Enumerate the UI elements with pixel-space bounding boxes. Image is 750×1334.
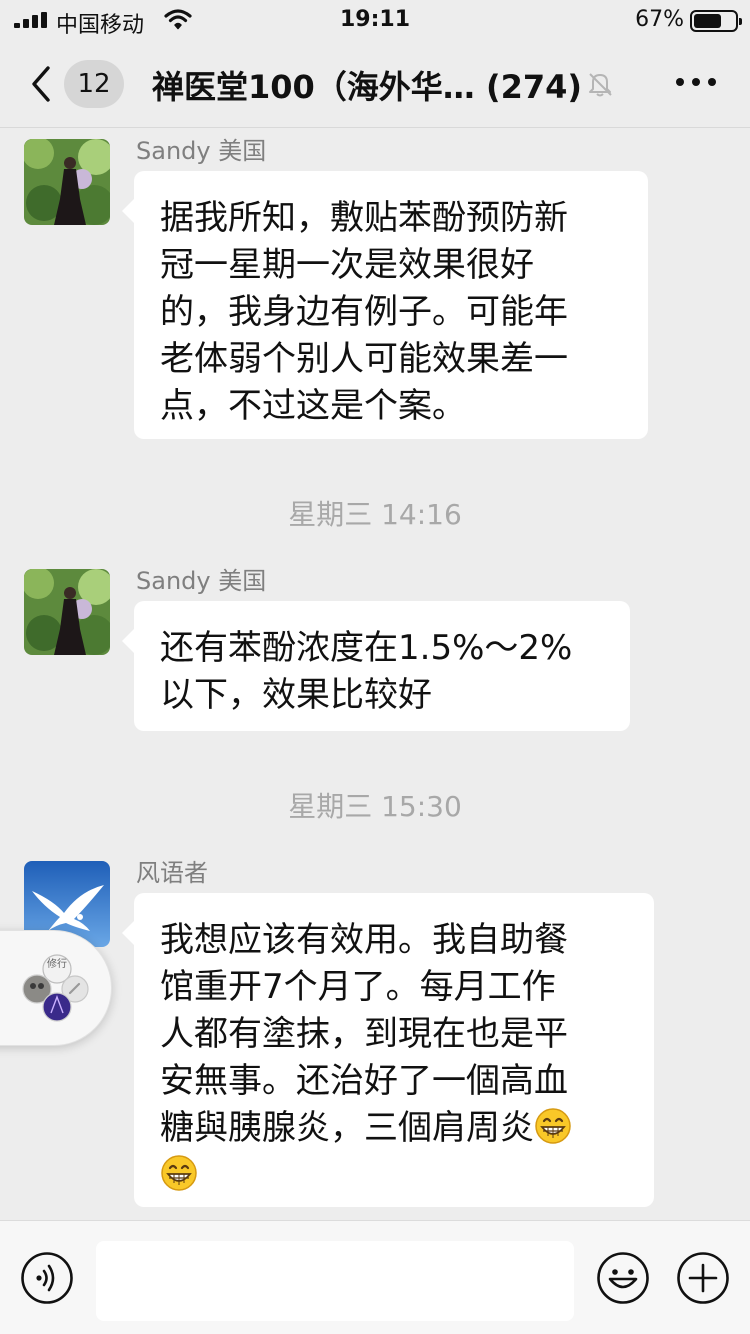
muted-bell-icon (589, 73, 612, 97)
floating-widget-icons: 修行 (22, 954, 89, 1022)
message-bubble[interactable]: 我想应该有效用。我自助餐 馆重开7个月了。每月工作 人都有塗抹，到現在也是平 安… (122, 893, 654, 1207)
sender-name: 风语者 (136, 859, 208, 887)
message-line: 据我所知，敷贴苯酚预防新 (160, 198, 568, 238)
more-options-icon[interactable] (676, 76, 716, 88)
battery-icon (690, 10, 742, 32)
back-arrow-icon[interactable] (26, 62, 56, 106)
message-input-bar (0, 1220, 750, 1334)
message-line: 还有苯酚浓度在1.5%～2% (160, 628, 573, 668)
message-line: 的，我身边有例子。可能年 (160, 292, 568, 332)
chat-title: 禅医堂100（海外华… (274) (152, 68, 582, 106)
plus-more-icon[interactable] (676, 1251, 730, 1305)
message-line: 老体弱个别人可能效果差一 (160, 339, 568, 379)
voice-input-icon[interactable] (20, 1251, 74, 1305)
battery-percent: 67% (635, 7, 684, 32)
grinning-face-emoji-icon (161, 1155, 197, 1191)
message-input[interactable] (96, 1241, 574, 1321)
sender-name: Sandy 美国 (136, 137, 267, 165)
status-bar: 中国移动 19:11 67% (0, 0, 750, 40)
emoji-picker-icon[interactable] (596, 1251, 650, 1305)
avatar[interactable] (24, 139, 110, 225)
chat-message-list[interactable]: Sandy 美国 据我所知，敷贴苯酚预防新 冠一星期一次是效果很好 的，我身边有… (0, 129, 750, 1220)
message-line: 人都有塗抹，到現在也是平 (160, 1014, 568, 1054)
message-line: 冠一星期一次是效果很好 (160, 245, 534, 285)
message-bubble[interactable]: 据我所知，敷贴苯酚预防新 冠一星期一次是效果很好 的，我身边有例子。可能年 老体… (122, 171, 648, 439)
message-line (160, 1152, 628, 1199)
message-line: 点，不过这是个案。 (160, 386, 466, 426)
unread-count-badge[interactable]: 12 (64, 60, 124, 108)
floating-window-widget[interactable]: 修行 (0, 930, 112, 1046)
time-divider: 星期三 14:16 (288, 498, 462, 531)
grinning-face-emoji-icon (535, 1108, 571, 1144)
message-text: 糖與胰腺炎，三個肩周炎 (160, 1108, 534, 1148)
battery-fill (694, 14, 721, 28)
message-line: 以下，效果比较好 (160, 675, 432, 715)
sender-name: Sandy 美国 (136, 567, 267, 595)
message-bubble[interactable]: 还有苯酚浓度在1.5%～2% 以下，效果比较好 (122, 601, 630, 731)
avatar[interactable] (24, 569, 110, 655)
floating-widget-label: 修行 (47, 957, 67, 970)
message-line: 糖與胰腺炎，三個肩周炎 (160, 1105, 628, 1152)
chat-header: 12 禅医堂100（海外华… (274) (0, 40, 750, 128)
message-line: 我想应该有效用。我自助餐 (160, 920, 568, 960)
time-divider: 星期三 15:30 (288, 790, 462, 823)
message-line: 馆重开7个月了。每月工作 (160, 967, 556, 1007)
message-line: 安無事。还治好了一個高血 (160, 1061, 568, 1101)
